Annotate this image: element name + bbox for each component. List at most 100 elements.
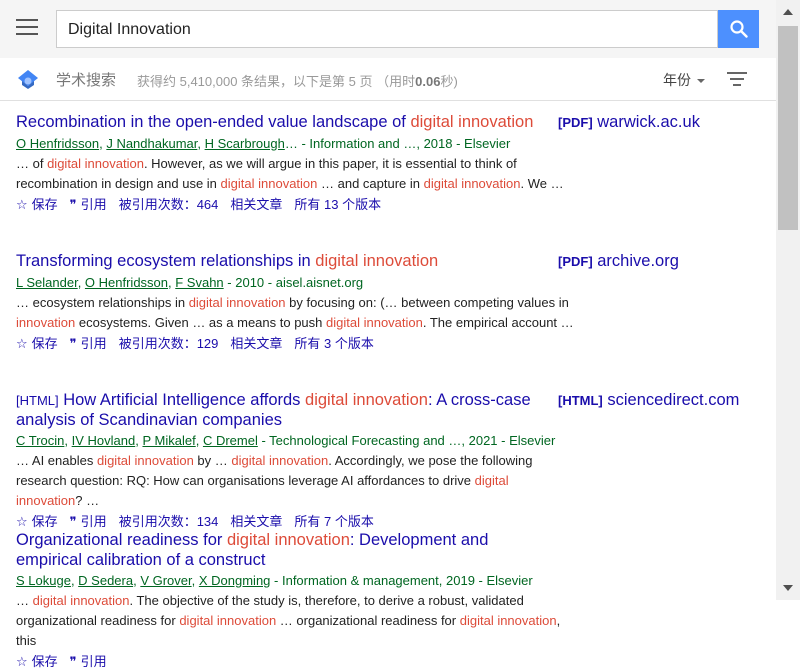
- author-separator: ,: [191, 573, 199, 588]
- cite-button[interactable]: ❞ 引用: [70, 195, 107, 215]
- scroll-up-arrow[interactable]: [776, 0, 800, 24]
- snippet-text: by …: [193, 453, 232, 468]
- scholar-brand[interactable]: 学术搜索: [56, 69, 116, 90]
- save-button[interactable]: ☆ 保存: [16, 334, 58, 354]
- title-text: How Artificial Intelligence affords: [58, 391, 306, 409]
- author-separator: ,: [77, 274, 85, 290]
- cite-label: 引用: [80, 654, 107, 669]
- result-title-link[interactable]: [HTML] How Artificial Intelligence affor…: [16, 391, 556, 430]
- all-versions-link[interactable]: 所有 3 个版本: [294, 334, 373, 354]
- full-text-link[interactable]: [PDF] warwick.ac.uk: [558, 113, 700, 132]
- top-bar: [0, 0, 776, 58]
- author-separator: ,: [195, 433, 203, 448]
- highlight-term: digital innovation: [188, 294, 286, 310]
- highlight-term: digital innovation: [315, 252, 439, 270]
- authors-line: C Trocin, IV Hovland, P Mikalef, C Dreme…: [16, 431, 766, 451]
- snippet-text: organizational readiness for: [16, 613, 180, 628]
- author-link[interactable]: O Henfridsson: [16, 136, 99, 151]
- search-icon: [729, 20, 748, 38]
- author-link[interactable]: D Sedera: [78, 573, 133, 588]
- cited-by-link[interactable]: 被引用次数：129: [119, 334, 219, 354]
- search-button[interactable]: [718, 10, 759, 48]
- search-input[interactable]: [66, 11, 710, 49]
- cite-label: 引用: [80, 335, 107, 351]
- snippet-text: recombination in design and use in: [16, 175, 221, 191]
- cite-label: 引用: [80, 196, 107, 212]
- all-versions-link[interactable]: 所有 7 个版本: [294, 512, 373, 532]
- author-link[interactable]: P Mikalef: [142, 433, 195, 448]
- menu-icon[interactable]: [16, 19, 38, 35]
- result-title-link[interactable]: Recombination in the open-ended value la…: [16, 113, 556, 133]
- result-format-tag: [HTML]: [16, 393, 59, 408]
- sub-header: 学术搜索 获得约 5,410,000 条结果，以下是第 5 页 （用时0.06秒…: [0, 58, 776, 101]
- cite-button[interactable]: ❞ 引用: [70, 334, 107, 354]
- snippet-text: … AI enables: [16, 453, 97, 468]
- author-link[interactable]: F Svahn: [175, 275, 223, 290]
- snippet-text: … organizational readiness for: [276, 613, 460, 628]
- full-text-format: [HTML]: [558, 393, 603, 408]
- highlight-term: digital innovation: [32, 593, 130, 608]
- full-text-link[interactable]: [HTML] sciencedirect.com: [558, 391, 739, 410]
- filter-icon[interactable]: [727, 72, 747, 86]
- all-versions-link[interactable]: 所有 13 个版本: [294, 195, 381, 215]
- snippet-text: research question: RQ: How can organisat…: [16, 473, 475, 488]
- snippet-text: ? …: [75, 493, 100, 508]
- author-link[interactable]: L Selander: [16, 275, 78, 290]
- scholar-logo-icon[interactable]: [17, 68, 39, 90]
- author-link[interactable]: C Dremel: [203, 433, 258, 448]
- result-title-link[interactable]: Transforming ecosystem relationships in …: [16, 252, 556, 272]
- save-label: 保存: [31, 514, 58, 529]
- venue-text: - Information & management, 2019 - Elsev…: [274, 573, 533, 588]
- cite-button[interactable]: ❞ 引用: [70, 512, 107, 532]
- snippet-text: by focusing on: (… between competing val…: [285, 294, 569, 310]
- snippet-text: . However, as we will argue in this pape…: [143, 155, 517, 171]
- save-label: 保存: [31, 196, 58, 212]
- cited-by-link[interactable]: 被引用次数：134: [119, 512, 219, 532]
- title-text: Transforming ecosystem relationships in: [16, 252, 316, 270]
- snippet-line: … ecosystem relationships in digital inn…: [16, 293, 576, 313]
- save-button[interactable]: ☆ 保存: [16, 195, 58, 215]
- full-text-format: [PDF]: [558, 254, 593, 269]
- author-link[interactable]: X Dongming: [199, 573, 271, 588]
- cite-label: 引用: [80, 514, 107, 529]
- author-link[interactable]: O Henfridsson: [85, 275, 168, 290]
- snippet-line: … AI enables digital innovation by … dig…: [16, 451, 576, 471]
- quote-icon: ❞: [69, 196, 77, 212]
- scrollbar[interactable]: [776, 0, 800, 600]
- cite-button[interactable]: ❞ 引用: [70, 652, 107, 672]
- cited-by-link[interactable]: 被引用次数：464: [119, 195, 219, 215]
- author-separator: ,: [197, 135, 205, 151]
- related-articles-link[interactable]: 相关文章: [230, 195, 282, 215]
- authors-line: O Henfridsson, J Nandhakumar, H Scarbrou…: [16, 134, 766, 154]
- year-filter-button[interactable]: 年份: [663, 70, 705, 90]
- related-articles-link[interactable]: 相关文章: [230, 334, 282, 354]
- result-title-link[interactable]: Organizational readiness for digital inn…: [16, 531, 556, 570]
- snippet-text: … ecosystem relationships in: [16, 294, 189, 310]
- snippet-text: . We …: [520, 175, 564, 191]
- scroll-down-arrow[interactable]: [776, 576, 800, 600]
- star-icon: ☆: [16, 196, 28, 212]
- highlight-term: digital innovation: [220, 175, 318, 191]
- venue-text: - 2010 - aisel.aisnet.org: [227, 274, 364, 290]
- author-link[interactable]: J Nandhakumar: [106, 136, 197, 151]
- result-snippet: … ecosystem relationships in digital inn…: [16, 293, 576, 333]
- save-button[interactable]: ☆ 保存: [16, 512, 58, 532]
- author-link[interactable]: S Lokuge: [16, 573, 71, 588]
- highlight-term: digital innovation: [459, 613, 557, 628]
- result-snippet: … of digital innovation. However, as we …: [16, 154, 576, 194]
- snippet-line: … digital innovation. The objective of t…: [16, 591, 576, 611]
- scroll-thumb[interactable]: [778, 26, 798, 230]
- highlight-term: digital innovation: [231, 453, 329, 468]
- full-text-link[interactable]: [PDF] archive.org: [558, 252, 679, 271]
- author-link[interactable]: C Trocin: [16, 433, 64, 448]
- authors-line: S Lokuge, D Sedera, V Grover, X Dongming…: [16, 571, 766, 591]
- author-link[interactable]: H Scarbrough: [205, 136, 285, 151]
- author-link[interactable]: IV Hovland: [72, 433, 136, 448]
- related-articles-link[interactable]: 相关文章: [230, 512, 282, 532]
- result-snippet: … AI enables digital innovation by … dig…: [16, 451, 576, 511]
- search-box[interactable]: [56, 10, 718, 49]
- author-link[interactable]: V Grover: [140, 573, 191, 588]
- quote-icon: ❞: [69, 654, 77, 669]
- title-text: Organizational readiness for: [16, 531, 227, 549]
- save-button[interactable]: ☆ 保存: [16, 652, 58, 672]
